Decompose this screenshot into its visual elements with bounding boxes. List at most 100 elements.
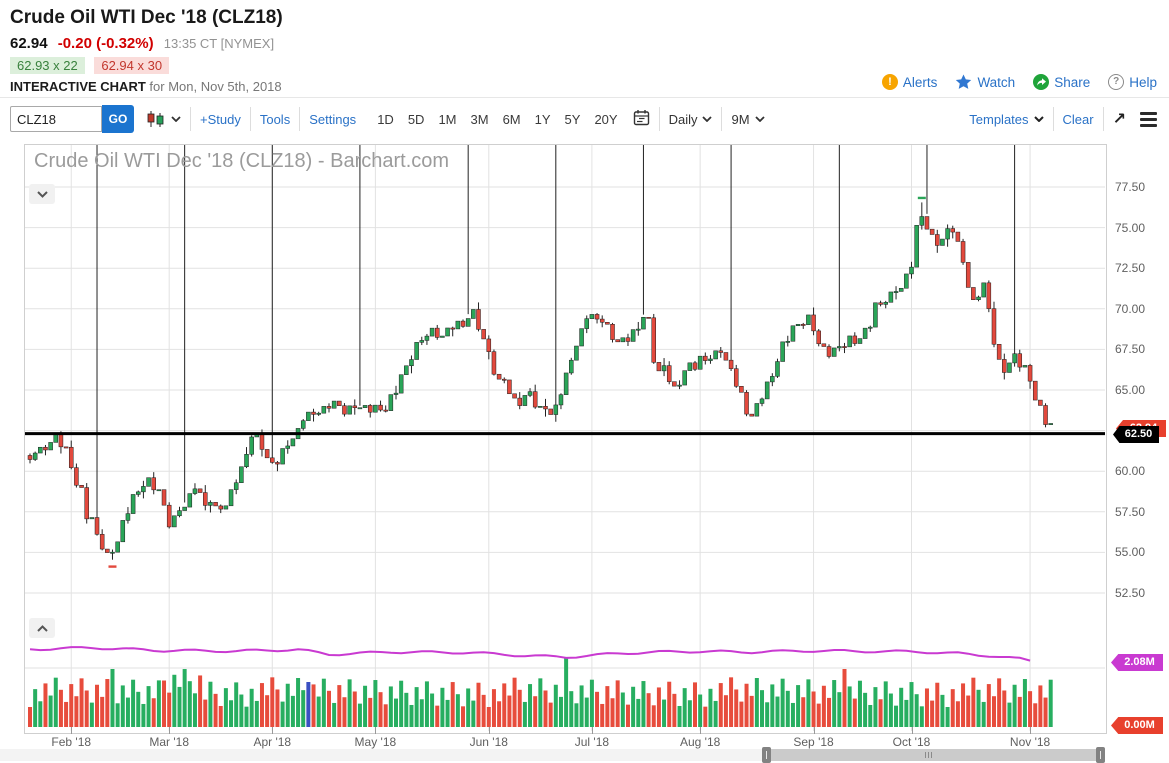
volume-bar bbox=[95, 685, 99, 727]
toolbar-separator bbox=[1103, 107, 1104, 131]
clear-button[interactable]: Clear bbox=[1063, 112, 1094, 127]
volume-bar bbox=[476, 683, 480, 727]
candle bbox=[853, 336, 857, 344]
volume-bar bbox=[348, 679, 352, 727]
volume-bar bbox=[992, 696, 996, 727]
calendar-button[interactable] bbox=[633, 109, 650, 129]
x-axis-tick bbox=[169, 727, 170, 734]
x-axis-tick bbox=[912, 727, 913, 734]
candle bbox=[760, 399, 764, 404]
candle bbox=[946, 229, 950, 240]
volume-bar bbox=[760, 690, 764, 727]
candle bbox=[59, 434, 63, 447]
candle bbox=[172, 516, 176, 527]
volume-bar bbox=[641, 681, 645, 727]
toolbar-separator bbox=[1053, 107, 1054, 131]
volume-bar bbox=[544, 690, 548, 727]
volume-bar bbox=[956, 701, 960, 727]
scrollbar-thumb[interactable] bbox=[765, 749, 1103, 761]
candle bbox=[157, 490, 161, 491]
volume-bar bbox=[100, 697, 104, 727]
link-alerts[interactable]: !Alerts bbox=[882, 74, 938, 90]
volume-bar bbox=[714, 701, 718, 727]
x-axis-label: Apr '18 bbox=[253, 735, 291, 749]
candle bbox=[910, 267, 914, 274]
candle bbox=[131, 494, 135, 513]
go-button[interactable]: GO bbox=[102, 105, 134, 133]
chart-type-dropdown[interactable] bbox=[146, 110, 181, 128]
add-study-button[interactable]: +Study bbox=[200, 112, 241, 127]
candle bbox=[564, 373, 568, 395]
chevron-down-icon bbox=[755, 116, 765, 122]
timeframe-5d[interactable]: 5D bbox=[408, 112, 425, 127]
volume-bar bbox=[270, 677, 274, 727]
volume-bar bbox=[564, 657, 568, 727]
x-axis-tick bbox=[375, 727, 376, 734]
volume-bar bbox=[492, 689, 496, 727]
scrollbar-right-handle[interactable] bbox=[1096, 747, 1105, 763]
volume-bar bbox=[842, 669, 846, 727]
timeframe-1d[interactable]: 1D bbox=[377, 112, 394, 127]
timeframe-3m[interactable]: 3M bbox=[471, 112, 489, 127]
candle bbox=[327, 406, 331, 408]
candle bbox=[755, 403, 759, 416]
collapse-volume-panel-button[interactable] bbox=[29, 618, 55, 638]
volume-bar bbox=[43, 683, 47, 727]
volume-bar bbox=[734, 689, 738, 727]
volume-bar bbox=[286, 684, 290, 727]
candle bbox=[136, 492, 140, 495]
candle bbox=[162, 490, 166, 506]
templates-dropdown[interactable]: Templates bbox=[969, 112, 1043, 127]
timeframe-20y[interactable]: 20Y bbox=[594, 112, 617, 127]
x-axis-label: May '18 bbox=[355, 735, 397, 749]
candle bbox=[286, 446, 290, 449]
volume-bar bbox=[1002, 690, 1006, 727]
link-watch[interactable]: Watch bbox=[955, 74, 1015, 90]
volume-bar bbox=[435, 706, 439, 727]
settings-button[interactable]: Settings bbox=[309, 112, 356, 127]
link-help[interactable]: ?Help bbox=[1108, 74, 1157, 90]
volume-bar bbox=[812, 691, 816, 727]
volume-bar bbox=[214, 694, 218, 727]
volume-bar bbox=[183, 669, 187, 727]
volume-bar bbox=[121, 685, 125, 727]
volume-bar bbox=[198, 675, 202, 727]
collapse-price-panel-button[interactable] bbox=[29, 184, 55, 204]
volume-bar bbox=[409, 705, 413, 727]
volume-base-tag: 0.00M bbox=[1111, 717, 1163, 734]
candle bbox=[69, 447, 73, 467]
frequency-dropdown[interactable]: Daily bbox=[669, 112, 713, 127]
expand-icon[interactable]: ↗ bbox=[1113, 109, 1126, 129]
volume-bar bbox=[507, 696, 511, 727]
timeframe-5y[interactable]: 5Y bbox=[565, 112, 581, 127]
toolbar-separator bbox=[190, 107, 191, 131]
quote-row: 62.94 -0.20 (-0.32%) 13:35 CT [NYMEX] bbox=[10, 35, 274, 52]
tools-button[interactable]: Tools bbox=[260, 112, 290, 127]
candle bbox=[466, 319, 470, 327]
volume-bar bbox=[848, 686, 852, 727]
timeframe-6m[interactable]: 6M bbox=[503, 112, 521, 127]
timeframe-1y[interactable]: 1Y bbox=[535, 112, 551, 127]
link-share[interactable]: Share bbox=[1033, 74, 1090, 90]
quick-links: !Alerts Watch Share ?Help bbox=[882, 74, 1157, 90]
range-dropdown[interactable]: 9M bbox=[731, 112, 764, 127]
timeframe-1m[interactable]: 1M bbox=[438, 112, 456, 127]
volume-bar bbox=[487, 707, 491, 727]
volume-bar bbox=[605, 686, 609, 727]
candle bbox=[167, 505, 171, 527]
candle bbox=[523, 395, 527, 405]
scrollbar-left-handle[interactable] bbox=[762, 747, 771, 763]
help-icon: ? bbox=[1108, 74, 1124, 90]
volume-bar bbox=[219, 706, 223, 727]
y-axis-label: 52.50 bbox=[1115, 586, 1165, 600]
open-interest-line bbox=[30, 647, 1030, 661]
menu-icon[interactable] bbox=[1140, 112, 1157, 127]
volume-bar bbox=[946, 707, 950, 727]
candle bbox=[590, 314, 594, 318]
symbol-input[interactable] bbox=[10, 106, 102, 132]
candle bbox=[487, 339, 491, 352]
volume-bar bbox=[373, 680, 377, 727]
volume-bar bbox=[920, 706, 924, 727]
price-volume-chart[interactable] bbox=[25, 145, 1105, 731]
volume-bar bbox=[832, 680, 836, 727]
